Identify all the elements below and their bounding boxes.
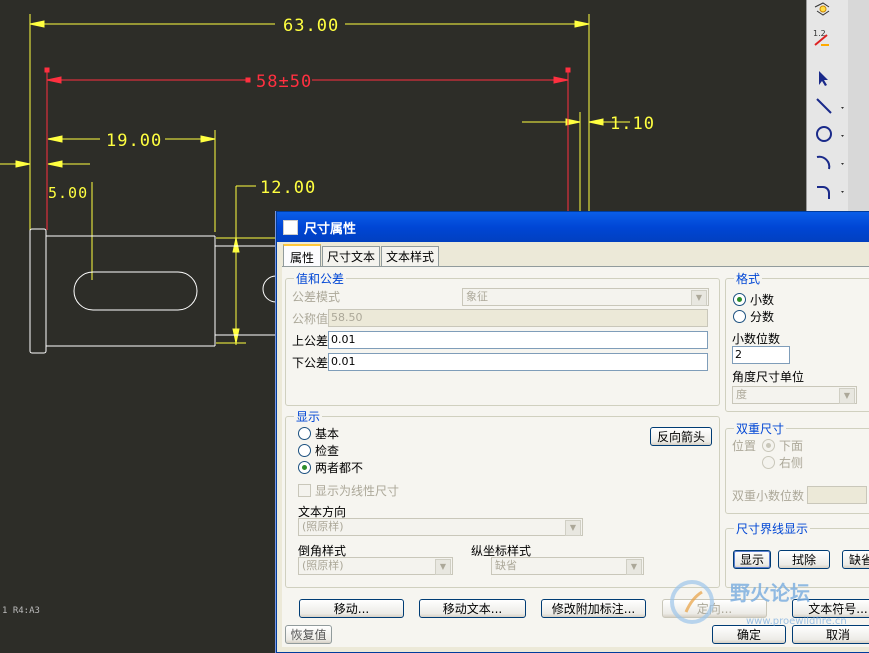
upper-tolerance-field[interactable]: 0.01 xyxy=(328,331,708,349)
dual-position-label: 位置 xyxy=(732,439,757,453)
tab-properties[interactable]: 属性 xyxy=(283,244,321,268)
dialog-title: 尺寸属性 xyxy=(304,221,357,237)
linear-dimension-checkbox[interactable] xyxy=(298,484,311,497)
neither-label: 两者都不 xyxy=(315,461,364,475)
display-legend: 显示 xyxy=(296,410,321,424)
witness-line-legend: 尺寸界线显示 xyxy=(736,522,809,536)
right-label: 右侧 xyxy=(779,456,804,470)
tolerance-mode-label: 公差模式 xyxy=(292,290,341,304)
dual-decimals-label: 双重小数位数 xyxy=(732,489,805,503)
decimal-label: 小数 xyxy=(750,293,775,307)
dialog-titlebar[interactable]: 尺寸属性 xyxy=(277,212,869,242)
show-witness-button[interactable]: 显示 xyxy=(733,550,771,569)
fraction-label: 分数 xyxy=(750,310,775,324)
linear-dimension-label: 显示为线性尺寸 xyxy=(315,484,400,498)
ordinate-style-select[interactable]: 缺省 ▼ xyxy=(491,557,644,575)
tolerance-mode-value: 象征 xyxy=(466,290,488,303)
restore-values-button[interactable]: 恢复值 xyxy=(285,625,332,644)
flip-arrows-button[interactable]: 反向箭头 xyxy=(650,427,712,446)
lower-tolerance-field[interactable]: 0.01 xyxy=(328,353,708,371)
dual-decimals-field[interactable] xyxy=(807,486,867,504)
chamfer-style-value: (照原样) xyxy=(302,559,344,572)
modify-attachment-button[interactable]: 修改附加标注... xyxy=(541,599,646,618)
watermark-title: 野火论坛 xyxy=(730,581,810,605)
tab-dimension-text[interactable]: 尺寸文本 xyxy=(322,246,380,266)
basic-radio[interactable] xyxy=(298,427,311,440)
nominal-label: 公称值 xyxy=(292,312,329,326)
circle-icon[interactable] xyxy=(811,122,845,146)
basic-label: 基本 xyxy=(315,427,340,441)
tolerance-mode-select[interactable]: 象征 ▼ xyxy=(462,288,709,306)
default-witness-button[interactable]: 缺省 xyxy=(842,550,869,569)
ordinate-style-value: 缺省 xyxy=(495,559,517,572)
value-tolerance-legend: 值和公差 xyxy=(296,272,345,286)
decimals-label: 小数位数 xyxy=(732,332,781,346)
select-arrow-icon[interactable] xyxy=(811,66,845,90)
dim-63[interactable]: 63.00 xyxy=(283,16,339,36)
dim-58-50[interactable]: 58±50 xyxy=(256,72,312,92)
dim-19[interactable]: 19.00 xyxy=(106,131,162,151)
flame-icon xyxy=(684,590,703,613)
arc-icon[interactable] xyxy=(811,150,845,174)
neither-radio[interactable] xyxy=(298,461,311,474)
angle-units-label: 角度尺寸单位 xyxy=(732,370,805,384)
below-label: 下面 xyxy=(779,439,804,453)
text-orientation-select[interactable]: (照原样) ▼ xyxy=(298,518,583,536)
sketch-toolbar: 1.2 xyxy=(806,0,849,212)
upper-tolerance-label: 上公差 xyxy=(292,334,329,348)
dual-dimension-legend: 双重尺寸 xyxy=(736,422,785,436)
dim-1-10[interactable]: 1.10 xyxy=(610,114,655,134)
toolbar-edge xyxy=(848,0,869,212)
dim-5[interactable]: 5.00 xyxy=(48,184,88,202)
status-text: 1 R4:A3 xyxy=(2,606,40,616)
inspection-label: 检查 xyxy=(315,444,340,458)
chamfer-style-select[interactable]: (照原样) ▼ xyxy=(298,557,453,575)
erase-witness-button[interactable]: 拭除 xyxy=(778,550,830,569)
angle-units-select[interactable]: 度 ▼ xyxy=(732,386,857,404)
right-radio[interactable] xyxy=(762,456,775,469)
lower-tolerance-label: 下公差 xyxy=(292,356,329,370)
decimals-field[interactable]: 2 xyxy=(732,346,790,364)
below-radio[interactable] xyxy=(762,439,775,452)
decimal-radio[interactable] xyxy=(733,293,746,306)
format-legend: 格式 xyxy=(736,272,761,286)
chevron-down-icon: ▼ xyxy=(565,520,581,536)
line-icon[interactable] xyxy=(811,94,845,118)
tab-text-style[interactable]: 文本样式 xyxy=(381,246,439,266)
angle-units-value: 度 xyxy=(736,388,747,401)
dimension-edit-icon[interactable]: 1.2 xyxy=(811,26,845,50)
chevron-down-icon: ▼ xyxy=(435,559,451,575)
forum-watermark: 野火论坛 www.proewildfire.cn xyxy=(670,580,847,627)
dimension-check-icon[interactable] xyxy=(811,0,845,24)
move-text-button[interactable]: 移动文本... xyxy=(419,599,526,618)
move-button[interactable]: 移动... xyxy=(299,599,404,618)
shaft-geometry xyxy=(29,228,277,354)
chevron-down-icon: ▼ xyxy=(839,388,855,404)
text-orientation-value: (照原样) xyxy=(302,520,344,533)
nominal-field[interactable]: 58.50 xyxy=(328,309,708,327)
fraction-radio[interactable] xyxy=(733,310,746,323)
window-icon xyxy=(283,219,298,235)
fillet-icon[interactable] xyxy=(811,178,845,202)
watermark-url: www.proewildfire.cn xyxy=(746,616,847,627)
chevron-down-icon: ▼ xyxy=(691,290,707,306)
inspection-radio[interactable] xyxy=(298,444,311,457)
chevron-down-icon: ▼ xyxy=(626,559,642,575)
dim-12[interactable]: 12.00 xyxy=(260,178,316,198)
